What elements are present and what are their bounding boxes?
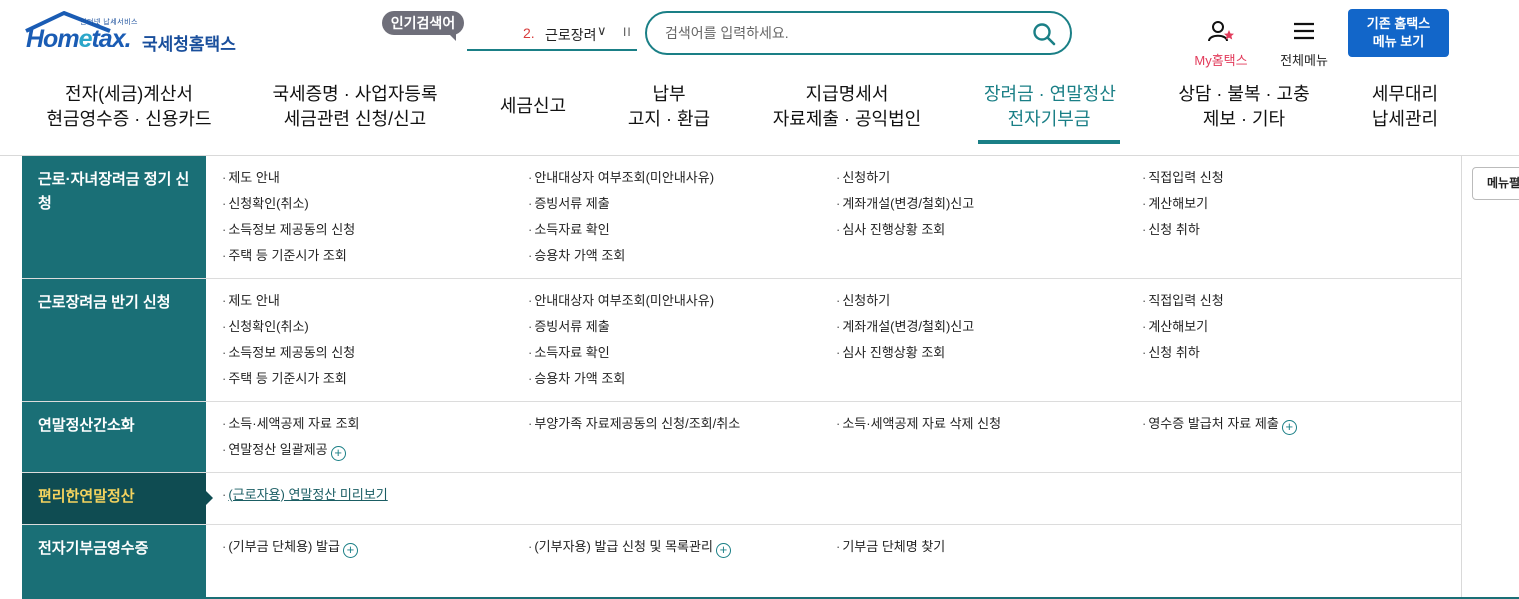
menu-row: 근로장려금 반기 신청 · 제도 안내 · 안내대상자 여부조회(미안내사유) · 신… — [22, 279, 1462, 402]
menu-link[interactable]: · 소득정보 제공동의 신청 — [222, 221, 355, 239]
popular-search-badge: 인기검색어 — [382, 11, 464, 41]
menu-link[interactable]: · (근로자용) 연말정산 미리보기 — [222, 486, 388, 504]
plus-circle-icon[interactable]: + — [330, 446, 346, 461]
nav-label-line2: 제보 · 기타 — [1202, 109, 1286, 129]
menu-link[interactable]: · 소득·세액공제 자료 조회 — [222, 415, 360, 433]
nav-tax-return[interactable]: 세금신고 — [498, 94, 568, 119]
menu-link[interactable]: · 심사 진행상황 조회 — [836, 221, 945, 239]
menu-link[interactable]: · 계좌개설(변경/철회)신고 — [836, 195, 974, 213]
menu-link[interactable]: · 소득·세액공제 자료 삭제 신청 — [836, 415, 1001, 433]
menu-link[interactable]: · 소득자료 확인 — [528, 221, 610, 239]
menu-link[interactable]: · 계산해보기 — [1142, 318, 1208, 336]
menu-link[interactable]: · (기부금 단체용) 발급 + — [222, 538, 358, 558]
nav-statements[interactable]: 지급명세서 자료제출 · 공익법인 — [772, 82, 922, 132]
menu-link[interactable]: · 신청확인(취소) — [222, 318, 309, 336]
my-hometax-label: My홈택스 — [1194, 53, 1248, 68]
nav-label-line1: 장려금 · 연말정산 — [984, 84, 1116, 104]
menu-link[interactable]: · 주택 등 기준시가 조회 — [222, 370, 347, 388]
logo-brand: Hometax. — [26, 25, 132, 53]
hometax-logo[interactable]: 인터넷 납세서비스 Hometax. 국세청홈택스 — [24, 10, 239, 55]
nav-label-line1: 상담 · 불복 · 고충 — [1178, 84, 1310, 104]
popular-search-ticker[interactable]: 2. 근로장려 ∨ II — [467, 21, 637, 51]
menu-link[interactable]: · 승용차 가액 조회 — [528, 370, 625, 388]
popular-rank-number: 2. — [523, 25, 535, 41]
nav-label-line1: 전자(세금)계산서 — [65, 84, 193, 104]
logo-name: 국세청홈택스 — [142, 35, 236, 54]
menu-link[interactable]: · 심사 진행상황 조회 — [836, 344, 945, 362]
nav-consulting[interactable]: 상담 · 불복 · 고충 제보 · 기타 — [1177, 82, 1311, 132]
menu-link[interactable]: · 증빙서류 제출 — [528, 318, 610, 336]
main-navigation: 전자(세금)계산서 현금영수증 · 신용카드 국세증명 · 사업자등록 세금관련… — [0, 78, 1519, 156]
menu-link[interactable]: · 제도 안내 — [222, 169, 280, 187]
menu-link[interactable]: · 직접입력 신청 — [1142, 292, 1224, 310]
menu-row: 근로·자녀장려금 정기 신청 · 제도 안내 · 안내대상자 여부조회(미안내사유)… — [22, 156, 1462, 279]
legacy-menu-button[interactable]: 기존 홈택스 메뉴 보기 — [1348, 9, 1449, 57]
menu-link[interactable]: · 증빙서류 제출 — [528, 195, 610, 213]
chevron-down-icon[interactable]: ∨ — [597, 23, 607, 39]
menu-category[interactable]: 전자기부금영수증 — [22, 525, 206, 597]
search-box — [645, 11, 1072, 55]
menu-link[interactable]: · 영수증 발급처 자료 제출 + — [1142, 415, 1297, 435]
menu-link[interactable]: · 신청 취하 — [1142, 344, 1200, 362]
nav-e-invoice[interactable]: 전자(세금)계산서 현금영수증 · 신용카드 — [46, 82, 212, 132]
nav-label-line2: 납세관리 — [1371, 109, 1439, 129]
nav-label-line2: 고지 · 환급 — [627, 109, 711, 129]
menu-link[interactable]: · 주택 등 기준시가 조회 — [222, 247, 347, 265]
menu-link[interactable]: · 직접입력 신청 — [1142, 169, 1224, 187]
nav-incentives-year-end[interactable]: 장려금 · 연말정산 전자기부금 — [978, 82, 1120, 144]
all-menu-button[interactable]: 전체메뉴 — [1273, 22, 1335, 69]
nav-label-line2: 전자기부금 — [1007, 109, 1091, 129]
nav-label-line1: 세금신고 — [499, 96, 567, 116]
menu-link[interactable]: · 승용차 가액 조회 — [528, 247, 625, 265]
menu-category[interactable]: 편리한연말정산 — [22, 473, 213, 524]
menu-link[interactable]: · 안내대상자 여부조회(미안내사유) — [528, 169, 714, 187]
menu-expand-button[interactable]: 메뉴펼 — [1472, 167, 1519, 200]
menu-link[interactable]: · 신청 취하 — [1142, 221, 1200, 239]
menu-link[interactable]: · 계좌개설(변경/철회)신고 — [836, 318, 974, 336]
plus-circle-icon[interactable]: + — [715, 543, 731, 558]
nav-label-line2: 세금관련 신청/신고 — [283, 109, 427, 129]
header: 인터넷 납세서비스 Hometax. 국세청홈택스 인기검색어 2. 근로장려 … — [0, 0, 1519, 70]
nav-certificates[interactable]: 국세증명 · 사업자등록 세금관련 신청/신고 — [272, 82, 438, 132]
menu-link[interactable]: · 제도 안내 — [222, 292, 280, 310]
menu-link[interactable]: · 신청확인(취소) — [222, 195, 309, 213]
menu-link[interactable]: · (기부자용) 발급 신청 및 목록관리 + — [528, 538, 731, 558]
menu-link[interactable]: · 연말정산 일괄제공 + — [222, 441, 346, 461]
nav-label-line1: 지급명세서 — [805, 84, 889, 104]
nav-label-line1: 납부 — [652, 84, 686, 104]
menu-row: 연말정산간소화 · 소득·세액공제 자료 조회 · 부양가족 자료제공동의 신청/조… — [22, 402, 1462, 473]
my-hometax-button[interactable]: My홈택스 — [1188, 20, 1254, 69]
nav-tax-agent[interactable]: 세무대리 납세관리 — [1370, 82, 1440, 132]
plus-circle-icon[interactable]: + — [1281, 420, 1297, 435]
plus-circle-icon[interactable]: + — [342, 543, 358, 558]
menu-link[interactable]: · 소득정보 제공동의 신청 — [222, 344, 355, 362]
menu-link[interactable]: · 부양가족 자료제공동의 신청/조회/취소 — [528, 415, 740, 433]
menu-row-selected: 편리한연말정산 · (근로자용) 연말정산 미리보기 — [22, 473, 1462, 525]
nav-label-line2: 자료제출 · 공익법인 — [772, 109, 922, 129]
menu-link[interactable]: · 신청하기 — [836, 292, 890, 310]
menu-category[interactable]: 근로장려금 반기 신청 — [22, 279, 206, 401]
nav-payment[interactable]: 납부 고지 · 환급 — [626, 82, 712, 132]
menu-category[interactable]: 근로·자녀장려금 정기 신청 — [22, 156, 206, 278]
search-input[interactable] — [665, 22, 1025, 44]
nav-label-line1: 세무대리 — [1371, 84, 1439, 104]
hamburger-icon — [1294, 22, 1314, 40]
menu-link[interactable]: · 기부금 단체명 찾기 — [836, 538, 945, 556]
menu-link[interactable]: · 소득자료 확인 — [528, 344, 610, 362]
user-star-icon — [1208, 21, 1234, 42]
pause-icon[interactable]: II — [623, 25, 632, 39]
search-icon[interactable] — [1032, 22, 1056, 46]
nav-label-line2: 현금영수증 · 신용카드 — [46, 109, 212, 129]
menu-category[interactable]: 연말정산간소화 — [22, 402, 206, 472]
menu-link[interactable]: · 신청하기 — [836, 169, 890, 187]
nav-label-line1: 국세증명 · 사업자등록 — [272, 84, 438, 104]
popular-keyword[interactable]: 근로장려 — [545, 25, 597, 45]
all-menu-label: 전체메뉴 — [1280, 53, 1328, 68]
menu-link[interactable]: · 계산해보기 — [1142, 195, 1208, 213]
menu-link[interactable]: · 안내대상자 여부조회(미안내사유) — [528, 292, 714, 310]
mega-menu-panel: 근로·자녀장려금 정기 신청 · 제도 안내 · 안내대상자 여부조회(미안내사유)… — [22, 156, 1519, 599]
menu-row: 전자기부금영수증 · (기부금 단체용) 발급 + · (기부자용) 발급 신청 및 … — [22, 525, 1462, 597]
